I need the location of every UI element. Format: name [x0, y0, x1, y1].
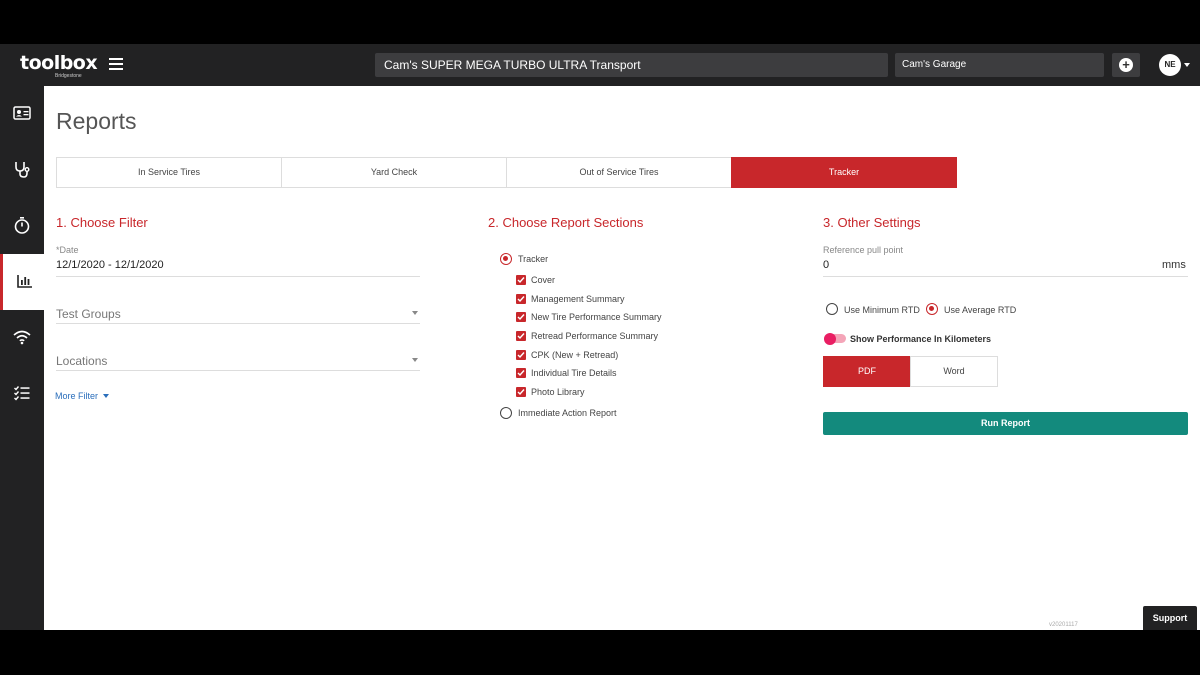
app-window: toolbox Bridgestone Cam's SUPER MEGA TUR… — [0, 44, 1200, 630]
chevron-down-icon[interactable] — [1184, 63, 1190, 67]
tracker-radio[interactable] — [500, 253, 512, 265]
management-summary-checkbox[interactable] — [516, 294, 526, 304]
settings-section-title: 3. Other Settings — [823, 215, 921, 230]
more-filter-link[interactable]: More Filter — [55, 391, 110, 401]
sections-section-title: 2. Choose Report Sections — [488, 215, 644, 230]
bridgestone-logo-text: Bridgestone — [55, 73, 82, 79]
bar-chart-icon — [17, 275, 32, 288]
page-title: Reports — [56, 108, 137, 134]
user-avatar[interactable]: NE — [1159, 54, 1181, 76]
fleet-selector[interactable]: Cam's SUPER MEGA TURBO ULTRA Transport — [375, 53, 888, 77]
support-button[interactable]: Support — [1143, 606, 1197, 630]
chevron-down-icon[interactable] — [412, 311, 418, 315]
retread-performance-label: Retread Performance Summary — [531, 331, 659, 341]
minimum-rtd-label: Use Minimum RTD — [844, 305, 920, 315]
tab-out-of-service-tires[interactable]: Out of Service Tires — [506, 157, 732, 188]
chevron-down-icon — [103, 394, 110, 398]
version-label: v20201117 — [1049, 622, 1078, 628]
cpk-checkbox[interactable] — [516, 350, 526, 360]
tracker-radio-label: Tracker — [518, 254, 549, 264]
photo-library-label: Photo Library — [531, 387, 585, 397]
more-filter-label: More Filter — [55, 391, 99, 401]
date-label: *Date — [56, 245, 79, 255]
average-rtd-radio[interactable] — [926, 303, 938, 315]
stethoscope-icon — [15, 162, 30, 178]
toggle-knob — [824, 332, 836, 345]
pdf-button[interactable]: PDF — [823, 356, 911, 387]
immediate-action-label: Immediate Action Report — [518, 408, 617, 418]
tab-yard-check[interactable]: Yard Check — [281, 157, 507, 188]
tab-in-service-tires[interactable]: In Service Tires — [56, 157, 282, 188]
sidebar-item-contacts[interactable] — [0, 86, 44, 142]
tab-tracker[interactable]: Tracker — [731, 157, 957, 188]
sidebar — [0, 86, 44, 630]
report-tabs: In Service Tires Yard Check Out of Servi… — [56, 157, 957, 188]
management-summary-label: Management Summary — [531, 294, 625, 304]
new-tire-performance-label: New Tire Performance Summary — [531, 312, 662, 322]
cover-label: Cover — [531, 275, 556, 285]
individual-tire-details-label: Individual Tire Details — [531, 368, 617, 378]
retread-performance-checkbox[interactable] — [516, 331, 526, 341]
individual-tire-details-checkbox[interactable] — [516, 368, 526, 378]
add-button[interactable]: + — [1112, 53, 1140, 77]
reference-pull-point-label: Reference pull point — [823, 245, 904, 255]
sidebar-item-inspections[interactable] — [0, 142, 44, 198]
top-bar: toolbox Bridgestone Cam's SUPER MEGA TUR… — [0, 44, 1200, 86]
filter-section-title: 1. Choose Filter — [56, 215, 148, 230]
minimum-rtd-radio[interactable] — [826, 303, 838, 315]
sidebar-item-timer[interactable] — [0, 198, 44, 254]
wifi-icon — [13, 330, 31, 345]
cpk-label: CPK (New + Retread) — [531, 350, 619, 360]
cover-checkbox[interactable] — [516, 275, 526, 285]
new-tire-performance-checkbox[interactable] — [516, 312, 526, 322]
run-report-button[interactable]: Run Report — [823, 412, 1188, 435]
average-rtd-label: Use Average RTD — [944, 305, 1017, 315]
unit-label: mms — [1162, 259, 1186, 271]
stopwatch-icon — [14, 217, 30, 234]
sidebar-item-wireless[interactable] — [0, 310, 44, 366]
reference-pull-point-input[interactable]: 0 — [823, 259, 829, 271]
locations-select[interactable]: Locations — [56, 354, 107, 368]
sidebar-item-reports[interactable] — [0, 254, 44, 310]
divider — [56, 323, 420, 324]
word-button[interactable]: Word — [910, 356, 998, 387]
plus-icon: + — [1119, 58, 1133, 72]
divider — [823, 276, 1188, 277]
test-groups-select[interactable]: Test Groups — [56, 307, 121, 321]
garage-selector[interactable]: Cam's Garage — [895, 53, 1104, 77]
id-card-icon — [13, 106, 31, 120]
chevron-down-icon[interactable] — [412, 358, 418, 362]
immediate-action-radio[interactable] — [500, 407, 512, 419]
sidebar-item-tasks[interactable] — [0, 366, 44, 422]
kilometers-toggle[interactable] — [824, 332, 846, 345]
kilometers-toggle-label: Show Performance In Kilometers — [850, 334, 992, 344]
divider — [56, 370, 420, 371]
date-field[interactable]: 12/1/2020 - 12/1/2020 — [56, 259, 164, 271]
photo-library-checkbox[interactable] — [516, 387, 526, 397]
hamburger-menu-icon[interactable] — [109, 58, 123, 71]
toolbox-logo[interactable]: toolbox — [20, 52, 98, 74]
checklist-icon — [14, 386, 30, 401]
divider — [56, 276, 420, 277]
